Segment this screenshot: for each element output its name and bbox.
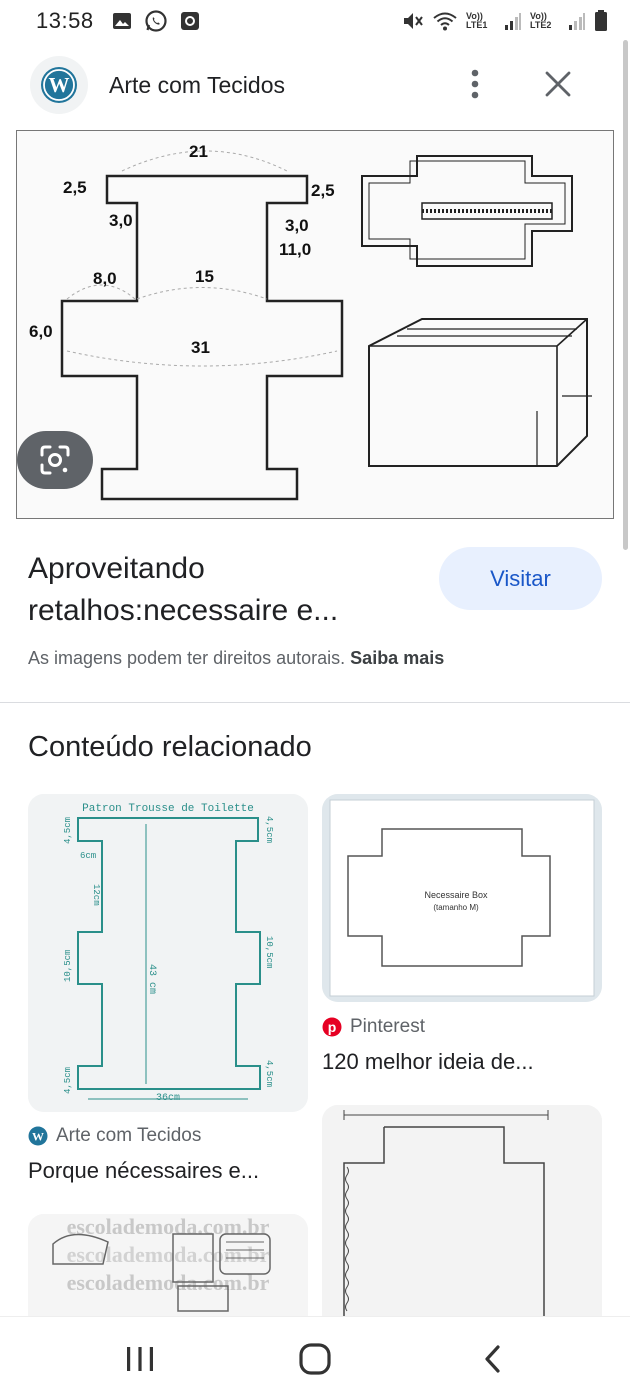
whatsapp-icon <box>144 10 167 32</box>
card-source-label: Arte com Tecidos <box>56 1125 202 1146</box>
card-source-2[interactable]: p Pinterest <box>322 1016 425 1038</box>
recent-apps-button[interactable] <box>110 1337 170 1381</box>
related-card-image-2[interactable]: Necessaire Box (tamanho M) <box>322 794 602 1002</box>
signal-icon <box>569 13 585 30</box>
related-card-image-1[interactable]: Patron Trousse de Toilette 36cm 43 cm 4,… <box>28 794 308 1112</box>
svg-text:W: W <box>32 1130 44 1144</box>
dim-width: 31 <box>191 338 210 357</box>
watermark-text: escolademoda.com.br <box>67 1214 270 1239</box>
scrollbar[interactable] <box>623 40 628 550</box>
pattern-r-mid: 10,5cm <box>264 936 274 968</box>
box-name: Necessaire Box <box>424 890 488 900</box>
pattern-twelve: 12cm <box>91 884 101 906</box>
status-bar: 13:58 Vo)) LTE1 Vo)) LTE2 <box>0 0 630 42</box>
related-heading: Conteúdo relacionado <box>28 731 312 763</box>
learn-more-link[interactable]: Saiba mais <box>350 648 444 668</box>
battery-icon <box>595 10 607 31</box>
dim-right-corner: 2,5 <box>311 181 335 200</box>
more-options-button[interactable] <box>458 64 492 104</box>
result-title-line1: Aproveitando <box>28 552 205 585</box>
pattern-image: Necessaire Box (tamanho M) <box>322 794 602 1002</box>
pattern-diagram: 21 2,5 2,5 3,0 3,0 11,0 8,0 15 6,0 31 <box>17 131 613 518</box>
pattern-width: 36cm <box>156 1093 180 1104</box>
system-nav-bar <box>0 1316 630 1400</box>
image-icon <box>112 13 131 29</box>
dim-right-neck: 3,0 <box>285 216 309 235</box>
back-icon <box>485 1345 500 1373</box>
pattern-image: escolademoda.com.br escolademoda.com.br … <box>28 1214 308 1316</box>
card-title-1[interactable]: Porque nécessaires e... <box>28 1158 259 1184</box>
main-image[interactable]: 21 2,5 2,5 3,0 3,0 11,0 8,0 15 6,0 31 <box>16 130 614 519</box>
back-button[interactable] <box>462 1337 522 1381</box>
box-size: (tamanho M) <box>433 903 479 912</box>
related-card-image-3[interactable]: escolademoda.com.br escolademoda.com.br … <box>28 1214 308 1316</box>
divider <box>0 702 630 703</box>
pattern-image <box>322 1105 602 1316</box>
dim-right-height: 11,0 <box>279 240 311 259</box>
pattern-image: Patron Trousse de Toilette 36cm 43 cm 4,… <box>28 794 308 1112</box>
close-button[interactable] <box>538 64 578 104</box>
pattern-l-mid: 10,5cm <box>63 950 73 982</box>
google-lens-button[interactable] <box>17 431 93 489</box>
viewer-header: W Arte com Tecidos <box>0 52 630 118</box>
card-source-label: Pinterest <box>350 1016 425 1037</box>
wordpress-logo-icon: W <box>28 1126 48 1146</box>
related-card-image-4[interactable] <box>322 1105 602 1316</box>
close-icon <box>545 71 571 97</box>
card-title-2[interactable]: 120 melhor ideia de... <box>322 1049 534 1075</box>
site-logo[interactable]: W <box>30 56 88 114</box>
pattern-length: 43 cm <box>146 964 157 994</box>
dim-side: 6,0 <box>29 322 53 341</box>
recent-apps-icon <box>127 1347 153 1371</box>
sim2-label: Vo)) LTE2 <box>530 11 552 30</box>
home-button[interactable] <box>285 1337 345 1381</box>
sim1-label: Vo)) LTE1 <box>466 11 488 30</box>
pattern-six: 6cm <box>80 851 96 861</box>
visit-button[interactable]: Visitar <box>439 547 602 610</box>
google-lens-icon <box>40 445 70 475</box>
status-time: 13:58 <box>36 8 94 33</box>
svg-text:p: p <box>328 1019 337 1035</box>
home-icon <box>299 1343 331 1375</box>
dim-left-shoulder: 8,0 <box>93 269 117 288</box>
dim-left-corner: 2,5 <box>63 178 87 197</box>
result-title-line2: retalhos:necessaire e... <box>28 594 339 627</box>
site-name[interactable]: Arte com Tecidos <box>109 72 285 99</box>
wordpress-logo-icon: W <box>41 67 77 103</box>
card-source-1[interactable]: W Arte com Tecidos <box>28 1125 201 1147</box>
wifi-icon <box>433 12 457 31</box>
pattern-l-top: 4,5cm <box>63 817 73 844</box>
signal-icon <box>505 13 521 30</box>
dim-top: 21 <box>189 142 208 161</box>
more-vert-icon <box>471 69 479 99</box>
svg-text:W: W <box>49 73 70 97</box>
dim-left-neck: 3,0 <box>109 211 133 230</box>
copyright-text: As imagens podem ter direitos autorais. <box>28 648 346 668</box>
pattern-r-top: 4,5cm <box>264 816 274 843</box>
pattern-title: Patron Trousse de Toilette <box>82 803 254 815</box>
result-title[interactable]: Aproveitando retalhos:necessaire e... <box>28 548 418 632</box>
pinterest-logo-icon: p <box>322 1017 342 1037</box>
dim-center: 15 <box>195 267 214 286</box>
pattern-l-bot: 4,5cm <box>63 1067 73 1094</box>
copyright-notice: As imagens podem ter direitos autorais. … <box>28 648 444 669</box>
mute-icon <box>404 13 423 29</box>
screen-record-icon <box>180 12 199 30</box>
pattern-r-bot: 4,5cm <box>264 1060 274 1087</box>
